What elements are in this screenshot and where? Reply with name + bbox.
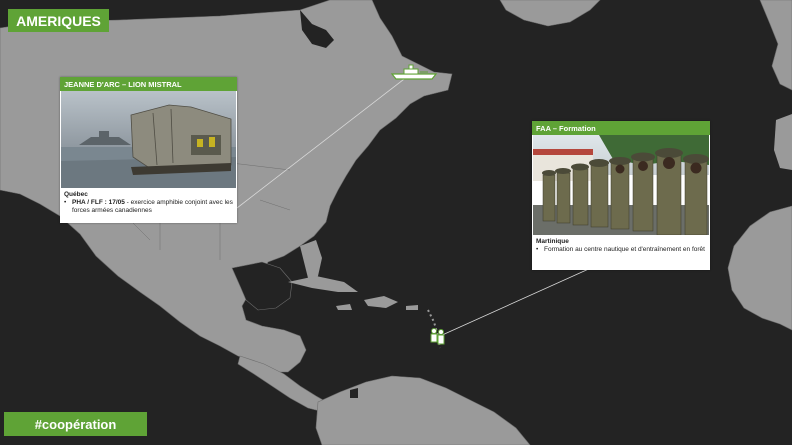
warship-icon[interactable] <box>390 64 438 80</box>
card-location: Martinique <box>536 238 569 245</box>
bullet-dot-icon: • <box>64 199 67 207</box>
card-location: Québec <box>64 191 88 198</box>
region-title: AMERIQUES <box>8 9 109 32</box>
hashtag-tag: #coopération <box>4 412 147 436</box>
south-america-landmass <box>315 375 531 445</box>
card-bullet-text: Formation au centre nautique et d'entraî… <box>544 246 705 254</box>
card-body: Québec • PHA / FLF : 17/05 - exercice am… <box>60 188 237 218</box>
soldiers-icon[interactable] <box>428 326 448 346</box>
card-bullet-bold: PHA / FLF : 17/05 <box>72 199 125 207</box>
card-faa-formation[interactable]: FAA – Formation Martinique • Formation a… <box>532 121 710 270</box>
hispaniola <box>364 296 398 308</box>
card-bullet: • PHA / FLF : 17/05 - exercice amphibie … <box>64 199 233 215</box>
soldiers-formation-photo <box>533 135 709 235</box>
jamaica <box>336 304 352 310</box>
card-bullet: • Formation au centre nautique et d'entr… <box>536 246 706 254</box>
card-bullet-text: PHA / FLF : 17/05 - exercice amphibie co… <box>72 199 233 215</box>
card-body: Martinique • Formation au centre nautiqu… <box>532 235 710 257</box>
europe-edge <box>759 0 792 91</box>
bullet-dot-icon: • <box>536 246 539 254</box>
card-title: FAA – Formation <box>532 121 710 135</box>
cuba <box>288 276 358 292</box>
amphibious-landing-photo <box>61 91 236 188</box>
map-slide: AMERIQUES JEANNE D'ARC – LION MISTRAL Qu… <box>0 0 792 445</box>
puerto-rico <box>406 305 418 310</box>
card-jeanne-darc[interactable]: JEANNE D'ARC – LION MISTRAL Québec • PHA… <box>60 77 237 223</box>
iberia <box>774 114 792 170</box>
africa-edge <box>727 205 792 331</box>
card-title: JEANNE D'ARC – LION MISTRAL <box>60 77 237 91</box>
greenland <box>499 0 601 27</box>
